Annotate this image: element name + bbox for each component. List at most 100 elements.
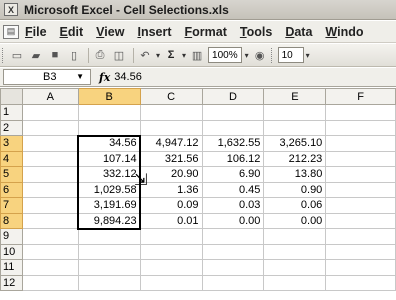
column-header-c[interactable]: C (139, 88, 203, 105)
column-header-e[interactable]: E (263, 88, 327, 105)
cell-f10[interactable] (325, 243, 396, 260)
cell-c8[interactable]: 0.01 (139, 212, 203, 229)
row-header-9[interactable]: 9 (0, 228, 23, 245)
cell-c2[interactable] (139, 119, 203, 136)
cell-a5[interactable] (21, 166, 79, 183)
toolbar-grip[interactable] (2, 47, 5, 63)
cell-e1[interactable] (263, 104, 327, 121)
cell-c7[interactable]: 0.09 (139, 197, 203, 214)
cell-e2[interactable] (263, 119, 327, 136)
cell-f3[interactable] (325, 135, 396, 152)
print-preview-icon[interactable]: ◫ (111, 47, 127, 63)
undo-icon[interactable]: ↶ (137, 47, 153, 63)
menu-edit[interactable]: Edit (60, 25, 84, 39)
open-icon[interactable]: ▰ (28, 47, 44, 63)
cell-f11[interactable] (325, 259, 396, 276)
row-header-5[interactable]: 5 (0, 166, 23, 183)
menu-view[interactable]: View (96, 25, 124, 39)
cell-b8[interactable]: 9,894.23 (77, 212, 141, 229)
cell-f6[interactable] (325, 181, 396, 198)
cell-e12[interactable] (263, 274, 327, 291)
cell-d3[interactable]: 1,632.55 (201, 135, 265, 152)
cell-d1[interactable] (201, 104, 265, 121)
insert-function-icon[interactable]: fx (99, 71, 110, 84)
row-header-10[interactable]: 10 (0, 243, 23, 260)
cell-d8[interactable]: 0.00 (201, 212, 265, 229)
autosum-dropdown-icon[interactable]: ▾ (182, 51, 186, 60)
cell-f1[interactable] (325, 104, 396, 121)
cell-d5[interactable]: 6.90 (201, 166, 265, 183)
cell-c3[interactable]: 4,947.12 (139, 135, 203, 152)
row-header-1[interactable]: 1 (0, 104, 23, 121)
cell-b1[interactable] (77, 104, 141, 121)
row-header-11[interactable]: 11 (0, 259, 23, 276)
cell-b5[interactable]: 332.12 (77, 166, 141, 183)
font-size-select[interactable]: 10 (277, 47, 304, 63)
menu-insert[interactable]: Insert (137, 25, 171, 39)
cell-b7[interactable]: 3,191.69 (77, 197, 141, 214)
help-icon[interactable]: ◉ (252, 47, 268, 63)
cell-e9[interactable] (263, 228, 327, 245)
cell-b6[interactable]: 1,029.58 (77, 181, 141, 198)
row-header-2[interactable]: 2 (0, 119, 23, 136)
row-header-12[interactable]: 12 (0, 274, 23, 291)
spreadsheet-grid[interactable]: A B C D E F 1 2 3 34.56 4,947.12 1,632.55 3,26… (0, 88, 396, 291)
cell-f7[interactable] (325, 197, 396, 214)
cell-a12[interactable] (21, 274, 79, 291)
cell-b4[interactable]: 107.14 (77, 150, 141, 167)
menu-tools[interactable]: Tools (240, 25, 272, 39)
formula-input[interactable]: 34.56 (114, 71, 142, 83)
cell-c10[interactable] (139, 243, 203, 260)
cell-d6[interactable]: 0.45 (201, 181, 265, 198)
cell-e3[interactable]: 3,265.10 (263, 135, 327, 152)
cell-a9[interactable] (21, 228, 79, 245)
row-header-6[interactable]: 6 (0, 181, 23, 198)
cell-a7[interactable] (21, 197, 79, 214)
document-icon[interactable]: ▤ (3, 24, 19, 39)
cell-d9[interactable] (201, 228, 265, 245)
cell-a8[interactable] (21, 212, 79, 229)
zoom-select[interactable]: 100% (208, 47, 242, 63)
cell-b3[interactable]: 34.56 (77, 135, 141, 152)
cell-b9[interactable] (77, 228, 141, 245)
cell-d4[interactable]: 106.12 (201, 150, 265, 167)
permission-icon[interactable]: ▯ (66, 47, 82, 63)
cell-c1[interactable] (139, 104, 203, 121)
cell-a6[interactable] (21, 181, 79, 198)
print-icon[interactable]: ⎙ (92, 47, 108, 63)
new-icon[interactable]: ▭ (9, 47, 25, 63)
row-header-4[interactable]: 4 (0, 150, 23, 167)
cell-f2[interactable] (325, 119, 396, 136)
cell-b10[interactable] (77, 243, 141, 260)
undo-dropdown-icon[interactable]: ▾ (156, 51, 160, 60)
menu-window[interactable]: Windo (325, 25, 363, 39)
cell-e5[interactable]: 13.80 (263, 166, 327, 183)
row-header-3[interactable]: 3 (0, 135, 23, 152)
cell-f5[interactable] (325, 166, 396, 183)
column-header-a[interactable]: A (21, 88, 79, 105)
name-box-dropdown-icon[interactable]: ▼ (76, 72, 84, 81)
cell-d10[interactable] (201, 243, 265, 260)
cell-b12[interactable] (77, 274, 141, 291)
select-all-corner[interactable] (0, 88, 23, 105)
menu-file[interactable]: File (25, 25, 47, 39)
cell-c12[interactable] (139, 274, 203, 291)
menu-format[interactable]: Format (185, 25, 227, 39)
name-box[interactable]: B3 ▼ (3, 69, 91, 85)
cell-d7[interactable]: 0.03 (201, 197, 265, 214)
cell-c9[interactable] (139, 228, 203, 245)
menu-data[interactable]: Data (285, 25, 312, 39)
cell-d12[interactable] (201, 274, 265, 291)
cell-c5[interactable]: 20.90 (139, 166, 203, 183)
cell-d2[interactable] (201, 119, 265, 136)
column-header-b[interactable]: B (77, 88, 141, 105)
cell-a4[interactable] (21, 150, 79, 167)
column-header-f[interactable]: F (325, 88, 396, 105)
cell-e10[interactable] (263, 243, 327, 260)
cell-e11[interactable] (263, 259, 327, 276)
cell-c11[interactable] (139, 259, 203, 276)
column-header-d[interactable]: D (201, 88, 265, 105)
font-size-dropdown-icon[interactable]: ▾ (306, 51, 310, 60)
cell-a2[interactable] (21, 119, 79, 136)
cell-f9[interactable] (325, 228, 396, 245)
